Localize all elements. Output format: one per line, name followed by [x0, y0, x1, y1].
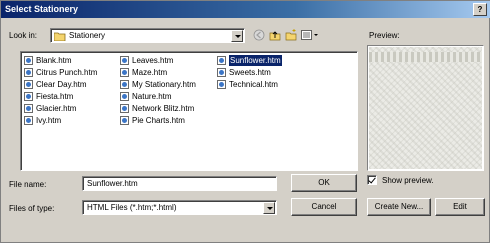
folder-icon: [54, 32, 66, 41]
list-item[interactable]: Nature.htm: [120, 91, 172, 102]
html-file-icon: [120, 116, 129, 125]
filename-input[interactable]: Sunflower.htm: [82, 176, 277, 191]
ok-button[interactable]: OK: [291, 174, 357, 192]
list-item[interactable]: Network Blitz.htm: [120, 103, 194, 114]
select-stationery-dialog: Select Stationery ? Look in: Stationery …: [0, 0, 490, 243]
list-item[interactable]: Glacier.htm: [24, 103, 76, 114]
show-preview-checkbox[interactable]: [367, 175, 377, 185]
show-preview-label: Show preview.: [382, 176, 434, 185]
html-file-icon: [120, 80, 129, 89]
file-list[interactable]: Blank.htm Citrus Punch.htm Clear Day.htm…: [20, 51, 358, 171]
filetype-value: HTML Files (*.htm;*.html): [87, 203, 177, 212]
list-item[interactable]: Sweets.htm: [217, 67, 271, 78]
filetype-combo[interactable]: HTML Files (*.htm;*.html): [82, 200, 277, 215]
html-file-icon: [217, 56, 226, 65]
list-item[interactable]: Citrus Punch.htm: [24, 67, 97, 78]
preview-pane: [367, 45, 484, 171]
create-new-button[interactable]: Create New...: [367, 198, 431, 216]
list-item[interactable]: Fiesta.htm: [24, 91, 73, 102]
new-folder-icon[interactable]: [285, 29, 297, 41]
html-file-icon: [120, 68, 129, 77]
html-file-icon: [217, 68, 226, 77]
back-icon[interactable]: [253, 29, 265, 41]
list-item[interactable]: Ivy.htm: [24, 115, 61, 126]
window-title: Select Stationery: [5, 4, 79, 14]
filename-value: Sunflower.htm: [87, 179, 138, 188]
html-file-icon: [24, 68, 33, 77]
lookin-combo[interactable]: Stationery: [50, 28, 245, 43]
preview-label: Preview:: [369, 31, 400, 40]
stationery-preview-image: [369, 47, 482, 169]
preview-border-band: [369, 52, 482, 62]
filetype-label: Files of type:: [9, 204, 55, 213]
html-file-icon: [24, 80, 33, 89]
lookin-value: Stationery: [69, 31, 106, 40]
html-file-icon: [24, 92, 33, 101]
edit-button[interactable]: Edit: [435, 198, 485, 216]
list-item[interactable]: My Stationary.htm: [120, 79, 196, 90]
html-file-icon: [120, 104, 129, 113]
up-folder-icon[interactable]: [269, 29, 281, 41]
lookin-dropdown-arrow[interactable]: [231, 30, 243, 42]
cancel-button[interactable]: Cancel: [291, 198, 357, 216]
html-file-icon: [120, 56, 129, 65]
list-item[interactable]: Maze.htm: [120, 67, 167, 78]
filetype-dropdown-arrow[interactable]: [263, 202, 275, 214]
title-bar: Select Stationery ?: [1, 1, 490, 18]
list-item[interactable]: Clear Day.htm: [24, 79, 87, 90]
list-item[interactable]: Blank.htm: [24, 55, 72, 66]
filename-label: File name:: [9, 180, 47, 189]
html-file-icon: [217, 80, 226, 89]
help-button[interactable]: ?: [473, 3, 487, 16]
views-menu-icon[interactable]: [301, 29, 319, 41]
html-file-icon: [120, 92, 129, 101]
list-item-selected[interactable]: Sunflower.htm: [217, 55, 282, 66]
html-file-icon: [24, 56, 33, 65]
list-item[interactable]: Pie Charts.htm: [120, 115, 185, 126]
html-file-icon: [24, 104, 33, 113]
list-item[interactable]: Leaves.htm: [120, 55, 173, 66]
html-file-icon: [24, 116, 33, 125]
list-item[interactable]: Technical.htm: [217, 79, 278, 90]
lookin-label: Look in:: [9, 31, 38, 40]
